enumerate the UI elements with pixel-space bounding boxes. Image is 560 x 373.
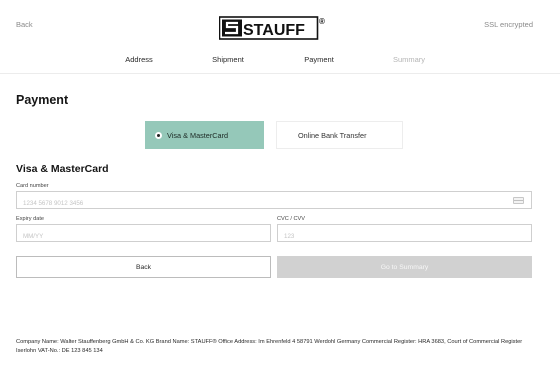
back-button[interactable]: Back [16, 256, 271, 278]
step-payment[interactable]: Payment [304, 55, 334, 64]
step-address[interactable]: Address [125, 55, 153, 64]
step-shipment[interactable]: Shipment [212, 55, 244, 64]
step-summary: Summary [392, 55, 426, 64]
checkout-header: Back STAUFF ® SSL encrypted Address Ship… [0, 0, 560, 74]
checkout-steps: Address Shipment Payment Summary [0, 55, 560, 67]
credit-card-icon [513, 197, 524, 204]
payment-option-card[interactable]: Visa & MasterCard [145, 121, 264, 149]
expiry-date-field-wrapper [16, 224, 271, 245]
cvc-field-wrapper [277, 224, 532, 245]
card-form-title: Visa & MasterCard [16, 163, 109, 175]
stauff-logo-icon: STAUFF ® [218, 16, 325, 40]
stauff-logo[interactable]: STAUFF ® [218, 15, 329, 41]
card-number-field-wrapper [16, 191, 532, 212]
expiry-date-input[interactable] [17, 228, 270, 245]
card-number-input[interactable] [17, 195, 531, 212]
expiry-date-label: Expiry date [16, 216, 44, 222]
radio-selected-icon[interactable] [155, 131, 162, 139]
payment-option-card-label: Visa & MasterCard [167, 130, 229, 140]
payment-option-bank-label: Online Bank Transfer [298, 130, 367, 140]
logo-registered-mark: ® [319, 17, 325, 26]
cvc-input[interactable] [278, 228, 531, 245]
go-to-summary-button[interactable]: Go to Summary [277, 256, 532, 278]
page-title: Payment [16, 93, 69, 107]
checkout-page: Back STAUFF ® SSL encrypted Address Ship… [0, 0, 560, 373]
logo-text: STAUFF [243, 22, 305, 39]
header-back-link[interactable]: Back [16, 20, 33, 29]
payment-option-bank-transfer[interactable]: Online Bank Transfer [276, 121, 403, 149]
ssl-encrypted-label: SSL encrypted [484, 20, 533, 29]
card-number-label: Card number [16, 183, 49, 189]
cvc-label: CVC / CVV [277, 216, 305, 222]
company-imprint: Company Name: Walter Stauffenberg GmbH &… [16, 339, 523, 354]
